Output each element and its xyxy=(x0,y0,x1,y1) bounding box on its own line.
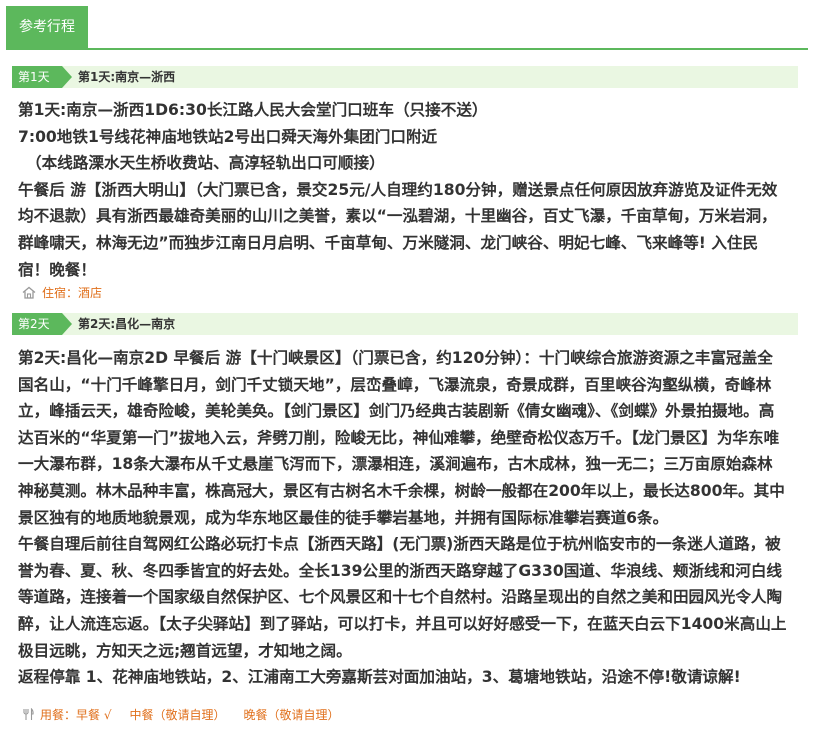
day-title: 第1天:南京—浙西 xyxy=(78,70,176,84)
day-description: 第2天:昌化—南京2D 早餐后 游【十门峡景区】（门票已含，约120分钟）：十门… xyxy=(18,345,788,691)
dinner-text: 晚餐（敬请自理） xyxy=(243,707,340,722)
day-line: 返程停靠 1、花神庙地铁站，2、江浦南工大旁嘉斯芸对面加油站，3、葛塘地铁站，沿… xyxy=(18,668,741,687)
day-line: 第2天:昌化—南京2D 早餐后 游【十门峡景区】（门票已含，约120分钟）：十门… xyxy=(18,349,785,527)
day-line: 7:00地铁1号线花神庙地铁站2号出口舜天海外集团门口附近 xyxy=(18,127,438,146)
day-title: 第2天:昌化—南京 xyxy=(78,317,176,331)
fork-knife-icon xyxy=(23,707,34,720)
day-description: 第1天:南京—浙西1D6:30长江路人民大会堂门口班车（只接不送） 7:00地铁… xyxy=(18,97,788,283)
day-badge: 第1天 xyxy=(12,66,72,88)
day-line: 午餐后 游【浙西大明山】（大门票已含，景交25元/人自理约180分钟，赠送景点任… xyxy=(18,180,778,279)
lunch-text: 中餐（敬请自理） xyxy=(129,707,226,722)
accommodation-text: 住宿：酒店 xyxy=(42,285,103,300)
day-line: （本线路溧水天生桥收费站、高淳轻轨出口可顺接） xyxy=(26,154,385,173)
accommodation-line: 住宿：酒店 xyxy=(22,284,120,300)
day-badge: 第2天 xyxy=(12,313,72,335)
day-header: 第2天 第2天:昌化—南京 xyxy=(12,313,798,335)
tab-bar: 参考行程 xyxy=(6,6,808,50)
day-line: 午餐自理后前往自驾网红公路必玩打卡点【浙西天路】(无门票)浙西天路是位于杭州临安… xyxy=(18,535,787,660)
tab-itinerary[interactable]: 参考行程 xyxy=(6,6,88,48)
meals-line: 用餐：早餐 √ 中餐（敬请自理） 晚餐（敬请自理） xyxy=(22,706,358,722)
breakfast-text: 用餐：早餐 √ xyxy=(40,707,112,722)
house-icon xyxy=(22,286,36,299)
day-header: 第1天 第1天:南京—浙西 xyxy=(12,66,798,88)
day-line: 第1天:南京—浙西1D6:30长江路人民大会堂门口班车（只接不送） xyxy=(18,101,488,119)
